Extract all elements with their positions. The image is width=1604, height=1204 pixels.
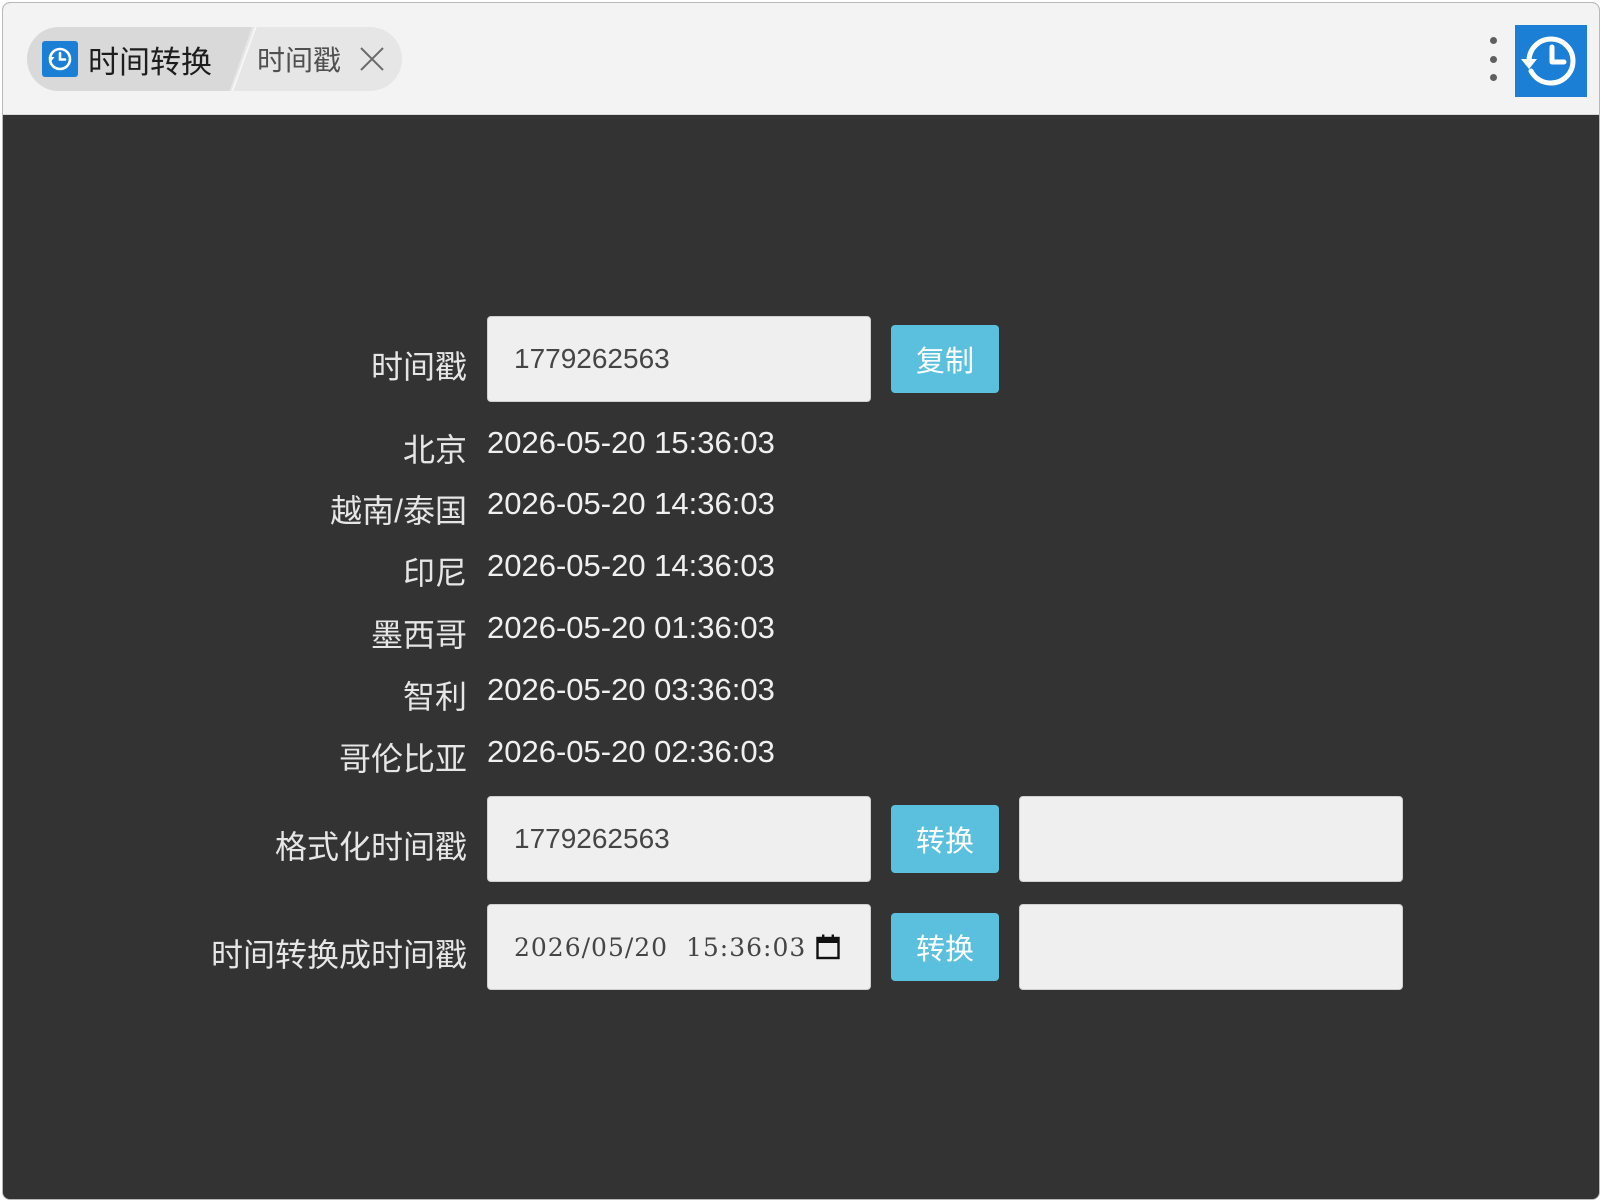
main-content: 时间戳 1779262563 复制 北京 2026-05-20 15:36:03… <box>3 115 1599 1199</box>
zone-label: 北京 <box>402 432 467 468</box>
app-logo[interactable] <box>1515 25 1587 97</box>
tab-timestamp[interactable]: 时间戳 <box>257 27 387 91</box>
menu-dot <box>1489 55 1497 63</box>
format-timestamp-input-value: 1779262563 <box>514 823 670 854</box>
more-vertical-icon[interactable] <box>1487 37 1499 81</box>
tab-strip: 时间转换 时间戳 <box>27 27 402 91</box>
zone-time: 2026-05-20 14:36:03 <box>487 548 775 583</box>
zone-time: 2026-05-20 14:36:03 <box>487 486 775 521</box>
clock-refresh-icon <box>1521 36 1576 86</box>
copy-button[interactable]: 复制 <box>891 325 999 393</box>
zone-label: 越南/泰国 <box>330 493 467 529</box>
format-result-field[interactable] <box>1019 796 1403 882</box>
format-convert-button[interactable]: 转换 <box>891 805 999 873</box>
menu-dot <box>1489 74 1497 81</box>
zone-label: 墨西哥 <box>370 617 467 653</box>
app-window: 时间转换 时间戳 时间戳 1779262563 复制 北京 2026-05-20… <box>2 2 1600 1200</box>
tab-title: 时间转换 <box>88 44 212 80</box>
zone-time: 2026-05-20 15:36:03 <box>487 425 775 460</box>
title-bar: 时间转换 时间戳 <box>3 3 1599 115</box>
datetime-input-value: 2026/05/20 15:36:03 <box>514 932 807 962</box>
time-convert-button[interactable]: 转换 <box>891 913 999 981</box>
zone-time: 2026-05-20 02:36:03 <box>487 734 775 769</box>
zone-label: 智利 <box>402 679 467 715</box>
calendar-icon[interactable] <box>816 934 840 960</box>
format-timestamp-label: 格式化时间戳 <box>274 829 467 865</box>
zone-time: 2026-05-20 03:36:03 <box>487 672 775 707</box>
menu-dot <box>1489 37 1497 44</box>
zone-time: 2026-05-20 01:36:03 <box>487 610 775 645</box>
timestamp-input-value: 1779262563 <box>514 343 670 374</box>
time-result-field[interactable] <box>1019 904 1403 990</box>
tab-time-convert[interactable]: 时间转换 <box>27 27 252 91</box>
datetime-input[interactable]: 2026/05/20 15:36:03 <box>487 904 871 990</box>
tab-timestamp-label: 时间戳 <box>257 45 342 76</box>
format-timestamp-input[interactable]: 1779262563 <box>487 796 871 882</box>
time-to-timestamp-label: 时间转换成时间戳 <box>210 937 467 973</box>
clock-refresh-icon <box>42 41 78 77</box>
zone-label: 哥伦比亚 <box>338 741 467 777</box>
timestamp-label: 时间戳 <box>370 349 467 385</box>
zone-label: 印尼 <box>402 555 467 591</box>
timestamp-input[interactable]: 1779262563 <box>487 316 871 402</box>
close-icon[interactable] <box>357 44 387 74</box>
